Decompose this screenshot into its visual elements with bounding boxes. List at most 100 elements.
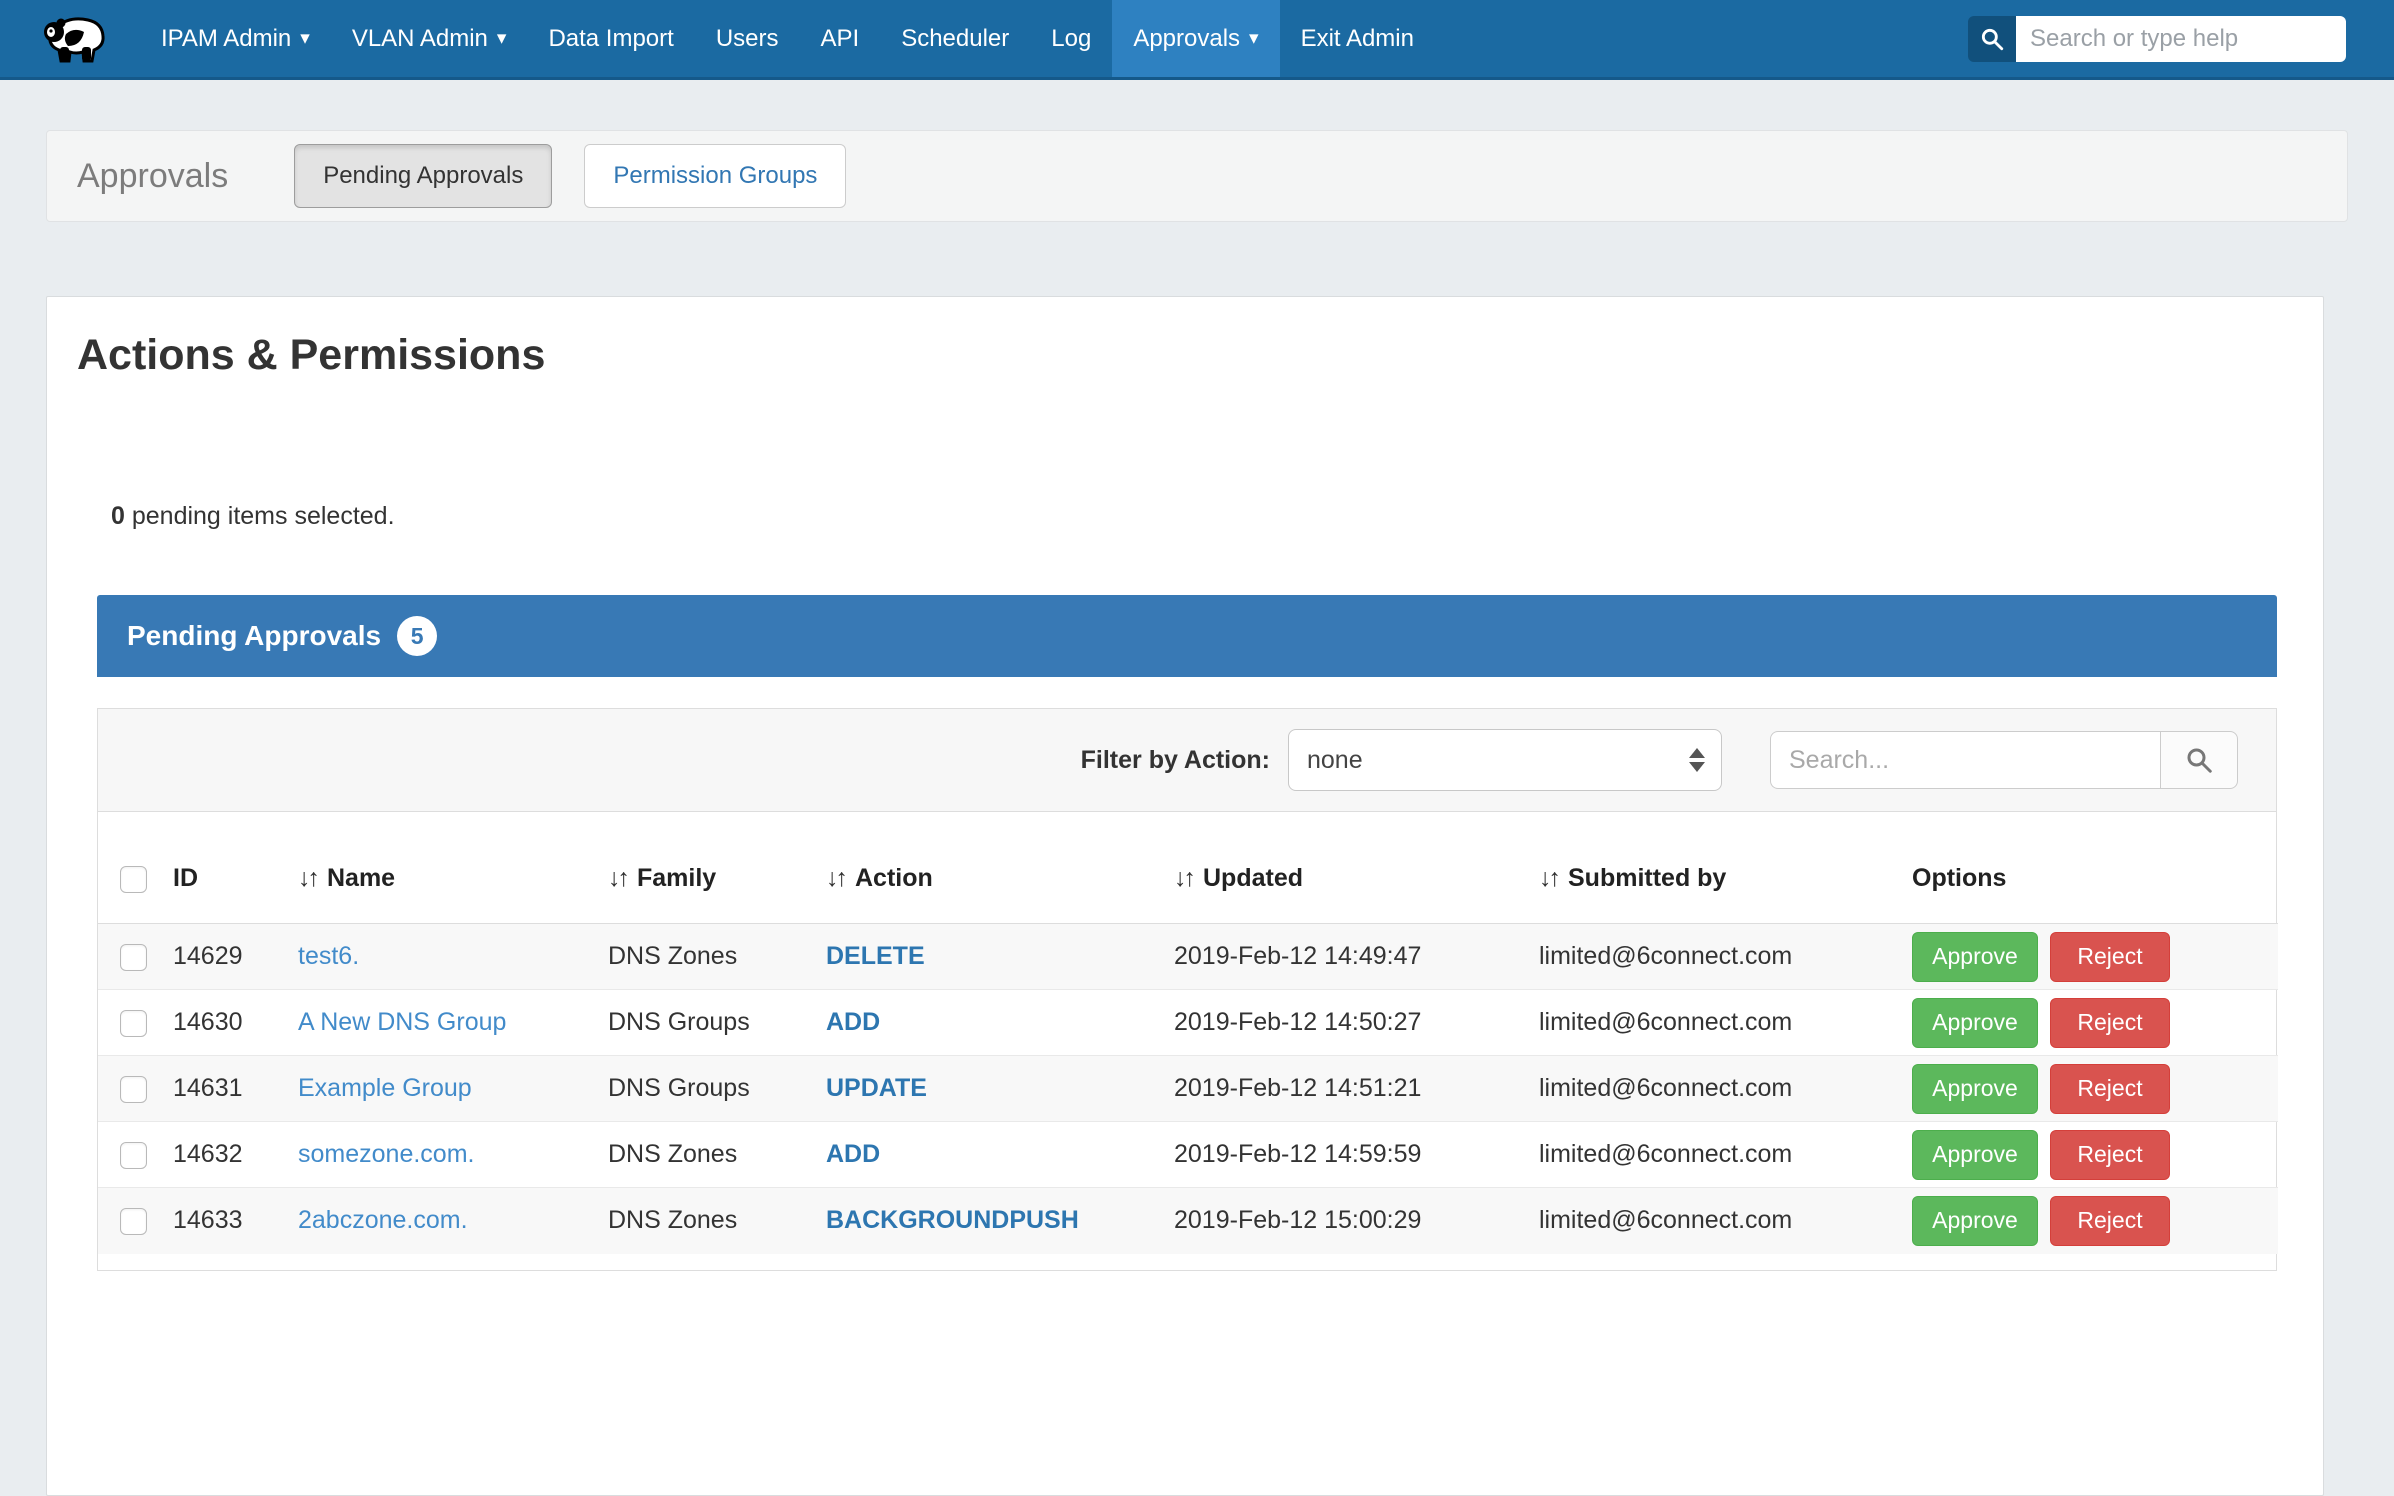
- reject-button[interactable]: Reject: [2050, 932, 2170, 982]
- cell-submitted-by: limited@6connect.com: [1539, 1122, 1912, 1188]
- cell-id: 14632: [173, 1122, 298, 1188]
- select-all-checkbox[interactable]: [120, 866, 147, 893]
- global-search: [1968, 0, 2346, 77]
- cell-submitted-by: limited@6connect.com: [1539, 1188, 1912, 1254]
- table-search-group: [1770, 731, 2238, 789]
- cell-family: DNS Zones: [608, 924, 826, 990]
- table-search-input[interactable]: [1770, 731, 2160, 789]
- item-name-link[interactable]: somezone.com.: [298, 1140, 474, 1168]
- cell-action: BACKGROUNDPUSH: [826, 1206, 1079, 1234]
- cell-submitted-by: limited@6connect.com: [1539, 1056, 1912, 1122]
- cell-action: ADD: [826, 1008, 880, 1036]
- column-label: Family: [637, 864, 716, 892]
- nav-label: Log: [1051, 25, 1091, 53]
- column-header-options: Options: [1912, 812, 2278, 924]
- nav-item-vlan-admin[interactable]: VLAN Admin ▾: [331, 0, 528, 77]
- cell-updated: 2019-Feb-12 14:50:27: [1174, 990, 1539, 1056]
- cell-updated: 2019-Feb-12 15:00:29: [1174, 1188, 1539, 1254]
- item-name-link[interactable]: A New DNS Group: [298, 1008, 506, 1036]
- cell-family: DNS Zones: [608, 1122, 826, 1188]
- column-label: Options: [1912, 864, 2006, 892]
- nav-label: VLAN Admin: [352, 25, 488, 53]
- section-title: Approvals: [77, 157, 228, 196]
- table-row: 14633 2abczone.com. DNS Zones BACKGROUND…: [98, 1188, 2278, 1254]
- item-name-link[interactable]: test6.: [298, 942, 359, 970]
- column-header-action[interactable]: ↓↑Action: [826, 812, 1174, 924]
- item-name-link[interactable]: Example Group: [298, 1074, 472, 1102]
- cell-updated: 2019-Feb-12 14:59:59: [1174, 1122, 1539, 1188]
- reject-button[interactable]: Reject: [2050, 998, 2170, 1048]
- reject-button[interactable]: Reject: [2050, 1130, 2170, 1180]
- table-header-row: ID ↓↑ Name ↓↑ Family ↓↑Action ↓↑ Updated ↓↑…: [98, 812, 2278, 924]
- nav-item-scheduler[interactable]: Scheduler: [880, 0, 1030, 77]
- select-stepper-icon: [1689, 748, 1705, 772]
- nav-label: Users: [716, 25, 779, 53]
- panel-title: Pending Approvals: [127, 620, 381, 652]
- selected-count-line: 0 pending items selected.: [111, 502, 2323, 531]
- pending-approvals-block: Pending Approvals 5 Filter by Action: no…: [97, 595, 2277, 1271]
- select-value: none: [1307, 746, 1363, 775]
- sort-icon: ↓↑: [1174, 864, 1193, 892]
- nav-item-users[interactable]: Users: [695, 0, 800, 77]
- nav-item-data-import[interactable]: Data Import: [527, 0, 694, 77]
- nav-item-api[interactable]: API: [800, 0, 881, 77]
- approve-button[interactable]: Approve: [1912, 1196, 2038, 1246]
- nav-item-ipam-admin[interactable]: IPAM Admin ▾: [140, 0, 331, 77]
- cell-family: DNS Zones: [608, 1188, 826, 1254]
- row-checkbox[interactable]: [120, 1010, 147, 1037]
- cell-id: 14629: [173, 924, 298, 990]
- nav-label: IPAM Admin: [161, 25, 291, 53]
- row-checkbox[interactable]: [120, 1076, 147, 1103]
- actions-permissions-panel: Actions & Permissions 0 pending items se…: [46, 296, 2324, 1496]
- nav-item-log[interactable]: Log: [1030, 0, 1112, 77]
- sort-icon: ↓↑: [298, 864, 317, 892]
- column-header-name[interactable]: ↓↑ Name: [298, 812, 608, 924]
- sort-icon: ↓↑: [608, 864, 627, 892]
- nav-item-approvals[interactable]: Approvals ▾: [1112, 0, 1279, 77]
- selected-count: 0: [111, 502, 125, 530]
- row-checkbox[interactable]: [120, 944, 147, 971]
- row-checkbox[interactable]: [120, 1142, 147, 1169]
- sort-icon: ↓↑: [826, 864, 845, 892]
- search-icon: [1968, 16, 2016, 62]
- column-label: Submitted by: [1568, 864, 1726, 892]
- table-row: 14630 A New DNS Group DNS Groups ADD 201…: [98, 990, 2278, 1056]
- nav-menu: IPAM Admin ▾ VLAN Admin ▾ Data Import Us…: [140, 0, 1435, 77]
- approve-button[interactable]: Approve: [1912, 1064, 2038, 1114]
- caret-down-icon: ▾: [497, 29, 507, 48]
- search-icon: [2184, 745, 2214, 775]
- permission-groups-tab[interactable]: Permission Groups: [584, 144, 846, 208]
- cell-id: 14630: [173, 990, 298, 1056]
- reject-button[interactable]: Reject: [2050, 1064, 2170, 1114]
- column-header-family[interactable]: ↓↑ Family: [608, 812, 826, 924]
- cell-action: ADD: [826, 1140, 880, 1168]
- global-search-input[interactable]: [2016, 16, 2346, 62]
- reject-button[interactable]: Reject: [2050, 1196, 2170, 1246]
- nav-label: Data Import: [548, 25, 673, 53]
- filter-by-action-label: Filter by Action:: [1081, 746, 1270, 775]
- pending-approvals-tab[interactable]: Pending Approvals: [294, 144, 552, 208]
- row-checkbox[interactable]: [120, 1208, 147, 1235]
- nav-label: API: [821, 25, 860, 53]
- table-search-button[interactable]: [2160, 731, 2238, 789]
- approve-button[interactable]: Approve: [1912, 998, 2038, 1048]
- column-label: Name: [327, 864, 395, 892]
- pending-approvals-header: Pending Approvals 5: [97, 595, 2277, 677]
- selected-label: pending items selected.: [132, 502, 395, 530]
- caret-down-icon: ▾: [1249, 29, 1259, 48]
- nav-item-exit-admin[interactable]: Exit Admin: [1280, 0, 1435, 77]
- cell-submitted-by: limited@6connect.com: [1539, 924, 1912, 990]
- sort-icon: ↓↑: [1539, 864, 1558, 892]
- approve-button[interactable]: Approve: [1912, 1130, 2038, 1180]
- item-name-link[interactable]: 2abczone.com.: [298, 1206, 468, 1234]
- approve-button[interactable]: Approve: [1912, 932, 2038, 982]
- column-header-submitted-by[interactable]: ↓↑ Submitted by: [1539, 812, 1912, 924]
- column-header-updated[interactable]: ↓↑ Updated: [1174, 812, 1539, 924]
- caret-down-icon: ▾: [300, 29, 310, 48]
- column-label: ID: [173, 864, 198, 892]
- filter-strip: Filter by Action: none: [98, 709, 2276, 812]
- action-filter-select[interactable]: none: [1288, 729, 1722, 791]
- table-row: 14631 Example Group DNS Groups UPDATE 20…: [98, 1056, 2278, 1122]
- column-label: Updated: [1203, 864, 1303, 892]
- provision-logo[interactable]: [40, 0, 110, 77]
